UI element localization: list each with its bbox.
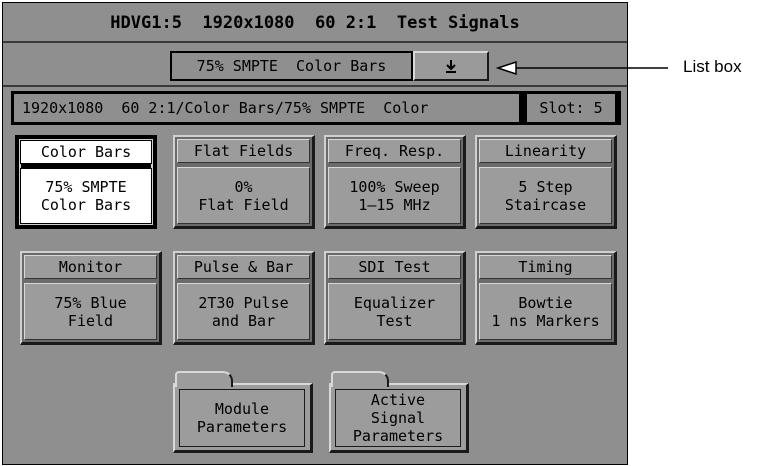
tile-category-label: Pulse & Bar [177,255,310,279]
folder-label-line3: Parameters [352,427,444,445]
screen-title: HDVG1:5 1920x1080 60 2:1 Test Signals [110,13,520,33]
tile-sdi-test[interactable]: SDI Test Equalizer Test [324,251,466,345]
folder-label-line2: Signal [370,409,426,427]
tile-value-line2: Staircase [504,195,587,214]
listbox-divider [3,85,627,87]
tile-flat-fields[interactable]: Flat Fields 0% Flat Field [173,135,315,229]
list-box-field[interactable]: 75% SMPTE Color Bars [170,51,413,81]
tile-value: 0% Flat Field [177,167,310,224]
tile-value: 75% SMPTE Color Bars [20,168,152,224]
list-box-dropdown-button[interactable] [413,51,489,81]
folder-label-line2: Parameters [196,418,288,436]
tile-category-label: Flat Fields [177,139,310,163]
tile-category-label: Linearity [479,139,612,163]
folder-label: Module Parameters [179,389,305,447]
slot-indicator: Slot: 5 [526,93,616,123]
tile-monitor[interactable]: Monitor 75% Blue Field [20,251,162,345]
tile-category-label: SDI Test [328,255,461,279]
tile-color-bars[interactable]: Color Bars 75% SMPTE Color Bars [15,135,157,229]
tile-value-line2: 1 ns Markers [491,311,600,330]
active-signal-parameters-folder-button[interactable]: Active Signal Parameters [329,369,469,453]
tile-value: 5 Step Staircase [479,167,612,224]
tile-category-label: Color Bars [20,140,152,164]
folder-icon [175,371,233,387]
tile-value-line1: Equalizer [353,293,436,312]
tile-value-line1: 2T30 Pulse [198,293,289,312]
tile-value: Equalizer Test [328,283,461,340]
tile-value: 75% Blue Field [24,283,157,340]
tile-value: Bowtie 1 ns Markers [479,283,612,340]
tile-value-line1: 100% Sweep [349,177,440,196]
tile-value-line2: Flat Field [198,195,289,214]
tile-category-label: Timing [479,255,612,279]
title-divider [3,41,627,43]
tile-value-line2: Test [376,311,413,330]
tile-pulse-and-bar[interactable]: Pulse & Bar 2T30 Pulse and Bar [173,251,315,345]
tile-value-line1: 0% [234,177,253,196]
module-parameters-folder-button[interactable]: Module Parameters [173,369,313,453]
folder-label-line1: Active [370,391,426,409]
tile-value-line2: and Bar [211,311,276,330]
tile-category-label: Freq. Resp. [328,139,461,163]
tile-value-line1: Bowtie [518,293,573,312]
callout-label: List box [683,57,742,76]
status-bar: 1920x1080 60 2:1/Color Bars/75% SMPTE Co… [11,91,621,125]
down-arrow-icon [446,60,456,73]
signal-path-display: 1920x1080 60 2:1/Color Bars/75% SMPTE Co… [13,93,520,123]
tile-value-line2: Color Bars [40,196,132,214]
tile-value-line2: Field [67,311,114,330]
tile-value-line1: 5 Step [518,177,573,196]
folder-label: Active Signal Parameters [335,389,461,447]
tile-freq-resp[interactable]: Freq. Resp. 100% Sweep 1–15 MHz [324,135,466,229]
tile-value-line1: 75% SMPTE [45,178,127,196]
tile-category-label: Monitor [24,255,157,279]
callout-arrow [495,60,668,76]
tile-value: 2T30 Pulse and Bar [177,283,310,340]
tile-timing[interactable]: Timing Bowtie 1 ns Markers [475,251,617,345]
folder-label-line1: Module [214,400,270,418]
tile-value-line1: 75% Blue [54,293,127,312]
folder-icon [331,371,389,387]
tile-value: 100% Sweep 1–15 MHz [328,167,461,224]
tile-value-line2: 1–15 MHz [358,195,431,214]
tile-linearity[interactable]: Linearity 5 Step Staircase [475,135,617,229]
